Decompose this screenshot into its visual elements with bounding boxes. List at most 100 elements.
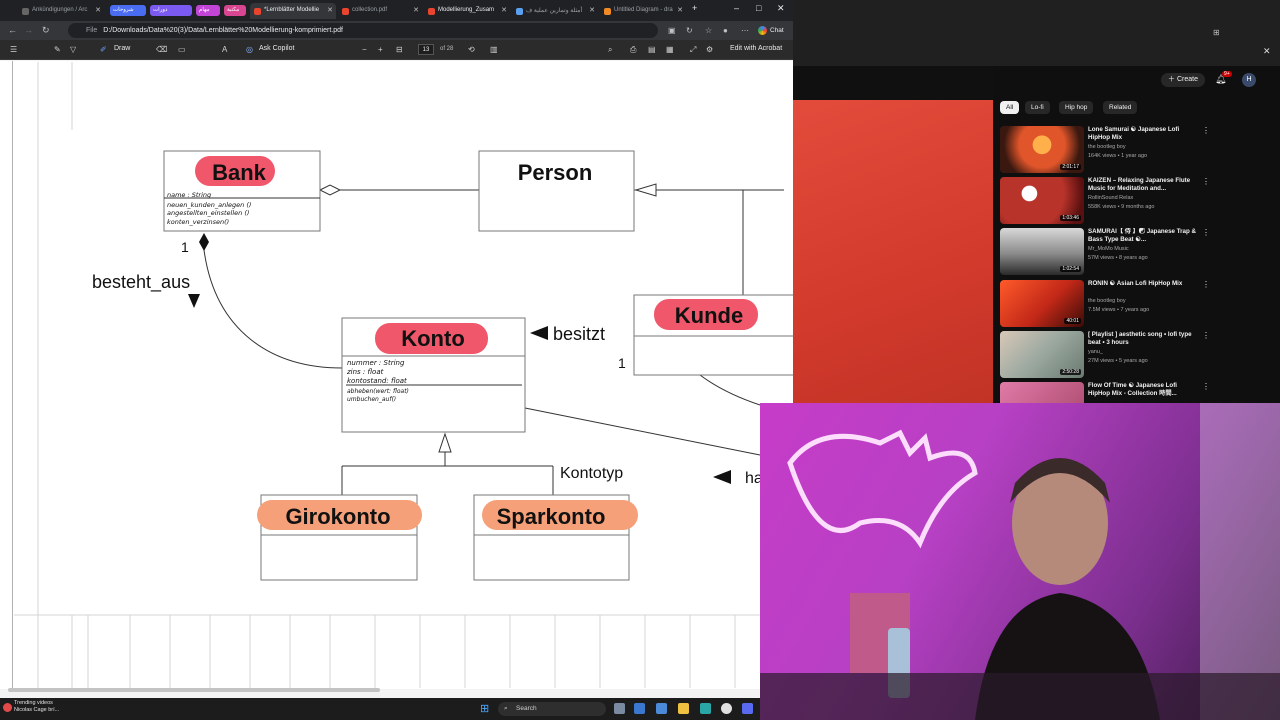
neon-bat-sign	[787, 429, 978, 549]
video-duration: 1:03:46	[1060, 215, 1081, 221]
class-name-bank: Bank	[212, 160, 267, 185]
create-label: Create	[1176, 76, 1198, 83]
konto-method-2: umbuchen_auf()	[347, 396, 396, 403]
video-title[interactable]: RŌNIN ☯ Asian Lofi HipHop Mix	[1088, 280, 1196, 288]
video-item[interactable]: Flow Of Time ☯ Japanese Lofi HipHop Mix …	[1000, 382, 1280, 403]
composition-diamond	[199, 233, 209, 251]
desk	[760, 673, 1280, 720]
video-title[interactable]: SAMURAI【 侍 】☯ Japanese Trap & Bass Type …	[1088, 228, 1196, 244]
chip-related[interactable]: Related	[1103, 101, 1138, 114]
app-icon[interactable]	[700, 703, 711, 714]
video-duration: 2:01:17	[1060, 164, 1081, 170]
konto-attribute-2: zins : float	[346, 368, 384, 376]
video-thumbnail[interactable]: 1:03:46	[1000, 177, 1084, 224]
browser-window: Ankündigungen / Arc ✕ شروحات دورات مهام …	[0, 0, 793, 698]
class-person: Person	[478, 150, 635, 232]
video-meta: 558K views • 9 months ago	[1088, 204, 1155, 210]
chip-all[interactable]: All	[1000, 101, 1020, 114]
label-besitzt: besitzt	[553, 324, 605, 344]
konto-attribute-3: kontostand: float	[347, 377, 407, 385]
class-name-person: Person	[518, 160, 593, 185]
video-thumbnail[interactable]	[1000, 382, 1084, 403]
start-icon[interactable]: ⊞	[480, 702, 489, 715]
video-title[interactable]: KAIZEN – Relaxing Japanese Flute Music f…	[1088, 177, 1196, 193]
video-thumbnail[interactable]: 2:50:28	[1000, 331, 1084, 378]
close-panel-icon[interactable]: ✕	[1263, 46, 1271, 57]
more-vert-icon[interactable]: ⋮	[1202, 177, 1210, 186]
class-name-konto: Konto	[401, 326, 465, 351]
video-meta: 57M views • 8 years ago	[1088, 255, 1148, 261]
class-name-sparkonto: Sparkonto	[497, 504, 606, 529]
video-item[interactable]: 2:50:28 [ Playlist ] aesthetic song • lo…	[1000, 331, 1280, 380]
video-thumbnail[interactable]: 40:01	[1000, 280, 1084, 327]
bank-method-3: konten_verzinsen()	[167, 218, 229, 226]
aggregation-diamond	[318, 184, 342, 196]
video-title[interactable]: Flow Of Time ☯ Japanese Lofi HipHop Mix …	[1088, 382, 1196, 398]
taskbar-search-label: Search	[516, 705, 537, 712]
multiplicity-bank: 1	[181, 239, 189, 255]
youtube-header-area: ⊞ ✕	[793, 0, 1280, 66]
konto-attribute-1: nummer : String	[347, 359, 405, 367]
create-button[interactable]: ＋ Create	[1161, 73, 1205, 87]
video-channel[interactable]: RollinSound Relax	[1088, 195, 1133, 201]
direction-arrow-besitzt	[530, 326, 548, 340]
youtube-window: ⊞ ✕ ＋ Create 🔔︎ 9+ H All Lo-fi Hip hop R…	[793, 0, 1280, 403]
webcam-scene	[760, 403, 1280, 720]
video-player[interactable]	[793, 100, 993, 403]
konto-method-1: abheben(wert: float)	[347, 388, 409, 395]
avatar[interactable]: H	[1242, 73, 1256, 87]
multiplicity-kunde: 1	[618, 355, 626, 371]
taskbar-search[interactable]: ⌕ Search	[498, 702, 606, 716]
player-top	[793, 66, 993, 100]
notification-count: 9+	[1222, 71, 1232, 77]
video-item[interactable]: 1:02:54 SAMURAI【 侍 】☯ Japanese Trap & Ba…	[1000, 228, 1280, 277]
task-view-icon[interactable]	[614, 703, 625, 714]
chip-lofi[interactable]: Lo-fi	[1025, 101, 1050, 114]
webcam-overlay	[760, 403, 1280, 720]
video-channel[interactable]: the bootleg boy	[1088, 298, 1126, 304]
more-vert-icon[interactable]: ⋮	[1202, 228, 1210, 237]
direction-arrow-besteht-aus	[188, 294, 200, 308]
video-channel[interactable]: the bootleg boy	[1088, 144, 1126, 150]
class-konto: Konto nummer : String zins : float konto…	[341, 317, 526, 433]
news-widget-icon[interactable]	[3, 703, 12, 712]
discord-icon[interactable]	[742, 703, 753, 714]
video-meta: 27M views • 5 years ago	[1088, 358, 1148, 364]
news-title: Trending videos	[14, 700, 53, 706]
more-vert-icon[interactable]: ⋮	[1202, 331, 1210, 340]
more-vert-icon[interactable]: ⋮	[1202, 126, 1210, 135]
video-duration: 40:01	[1064, 318, 1081, 324]
more-vert-icon[interactable]: ⋮	[1202, 382, 1210, 391]
video-duration: 1:02:54	[1060, 266, 1081, 272]
video-thumbnail[interactable]: 2:01:17	[1000, 126, 1084, 173]
video-item[interactable]: 2:01:17 Lone Samurai ☯ Japanese Lofi Hip…	[1000, 126, 1280, 175]
video-channel[interactable]: yanu_	[1088, 349, 1103, 355]
generalization-arrow-person	[634, 183, 657, 197]
class-girokonto: Girokonto	[257, 494, 422, 581]
news-subtitle: Nicolas Cage brí...	[14, 707, 60, 713]
edge-icon[interactable]	[634, 703, 645, 714]
search-icon: ⌕	[504, 705, 508, 712]
video-title[interactable]: Lone Samurai ☯ Japanese Lofi HipHop Mix	[1088, 126, 1196, 142]
video-meta: 164K views • 1 year ago	[1088, 153, 1148, 159]
video-thumbnail[interactable]: 1:02:54	[1000, 228, 1084, 275]
store-icon[interactable]	[656, 703, 667, 714]
more-vert-icon[interactable]: ⋮	[1202, 280, 1210, 289]
video-meta: 7.5M views • 7 years ago	[1088, 307, 1150, 313]
video-item[interactable]: 40:01 RŌNIN ☯ Asian Lofi HipHop Mix the …	[1000, 280, 1280, 329]
chrome-icon[interactable]	[721, 703, 732, 714]
label-besteht-aus: besteht_aus	[92, 272, 190, 293]
class-name-kunde: Kunde	[675, 303, 743, 328]
file-explorer-icon[interactable]	[678, 703, 689, 714]
uml-diagram: Bank name : String neuen_kunden_anlegen …	[14, 62, 793, 688]
video-channel[interactable]: Mr_MoMo Music	[1088, 246, 1129, 252]
video-title[interactable]: [ Playlist ] aesthetic song • lofi type …	[1088, 331, 1196, 347]
extensions-icon[interactable]: ⊞	[1213, 28, 1220, 37]
class-sparkonto: Sparkonto	[473, 494, 638, 581]
taskbar: Trending videos Nicolas Cage brí... ⊞ ⌕ …	[0, 698, 760, 720]
chip-hiphop[interactable]: Hip hop	[1059, 101, 1094, 114]
video-item[interactable]: 1:03:46 KAIZEN – Relaxing Japanese Flute…	[1000, 177, 1280, 226]
news-widget[interactable]: Trending videos Nicolas Cage brí...	[14, 700, 59, 714]
screen: Ankündigungen / Arc ✕ شروحات دورات مهام …	[0, 0, 1280, 720]
class-name-girokonto: Girokonto	[285, 504, 390, 529]
